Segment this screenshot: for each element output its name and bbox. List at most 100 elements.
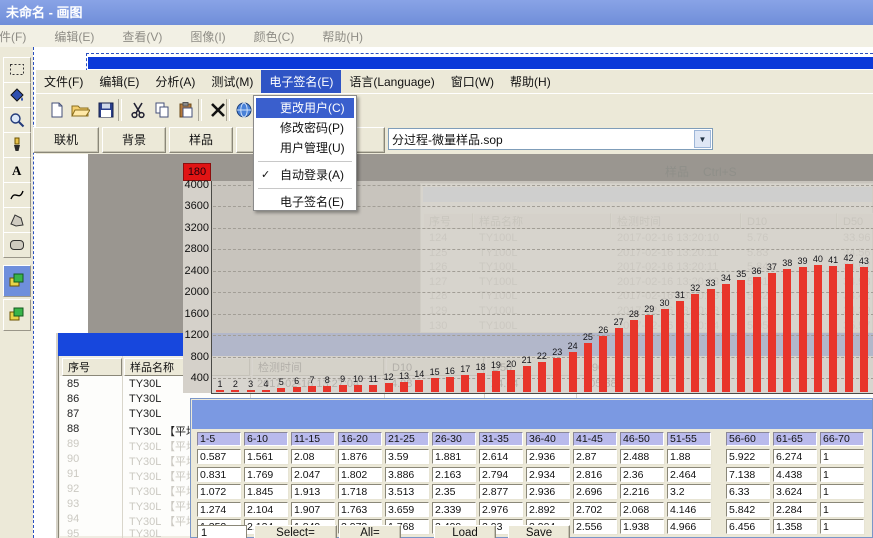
toolbar-save-button[interactable]: [94, 98, 118, 122]
grid-cell-r3-c8[interactable]: 2.936: [526, 484, 570, 499]
bar-4[interactable]: [262, 390, 270, 392]
tool-brush[interactable]: [3, 132, 31, 158]
grid-cell-r5-c14[interactable]: 1: [820, 519, 864, 534]
grid-cell-r3-c1[interactable]: 1.072: [197, 484, 241, 499]
grid-cell-r3-c6[interactable]: 2.35: [432, 484, 476, 499]
bar-1[interactable]: [216, 390, 224, 392]
menu-item-1[interactable]: 更改用户(C): [256, 98, 354, 118]
grid-cell-r2-c1[interactable]: 0.831: [197, 467, 241, 482]
grid-cell-r4-c10[interactable]: 2.068: [620, 502, 664, 517]
app-menu-7[interactable]: 窗口(W): [443, 70, 502, 93]
grid-cell-r4-c2[interactable]: 2.104: [244, 502, 288, 517]
bar-13[interactable]: [400, 382, 408, 392]
bar-37[interactable]: [768, 273, 776, 392]
bar-20[interactable]: [507, 370, 515, 392]
grid-cell-r1-c4[interactable]: 1.876: [338, 449, 382, 464]
menu-item-7[interactable]: 电子签名(E): [256, 192, 354, 212]
grid-cell-r2-c4[interactable]: 1.802: [338, 467, 382, 482]
grid-cell-r2-c9[interactable]: 2.816: [573, 467, 617, 482]
command-button-2[interactable]: 背景: [102, 127, 166, 153]
bar-31[interactable]: [676, 301, 684, 392]
grid-cell-r2-c10[interactable]: 2.36: [620, 467, 664, 482]
bar-15[interactable]: [431, 378, 439, 392]
sop-combobox[interactable]: 分过程-微量样品.sop ▼: [388, 128, 713, 150]
bar-41[interactable]: [829, 266, 837, 392]
app-menu-1[interactable]: 文件(F): [36, 70, 91, 93]
toolbar-paste-button[interactable]: [174, 98, 198, 122]
option-paste-opaque[interactable]: [3, 265, 31, 297]
bar-7[interactable]: [308, 386, 316, 392]
grid-cell-r5-c12[interactable]: 6.456: [726, 519, 770, 534]
grid-cell-r4-c6[interactable]: 2.339: [432, 502, 476, 517]
grid-cell-r4-c1[interactable]: 1.274: [197, 502, 241, 517]
bar-11[interactable]: [369, 385, 377, 392]
paint-menu-1[interactable]: 文件(F): [0, 28, 40, 45]
bar-2[interactable]: [231, 390, 239, 392]
grid-cell-r1-c9[interactable]: 2.87: [573, 449, 617, 464]
paint-menu-6[interactable]: 帮助(H): [308, 28, 377, 45]
grid-cell-r5-c9[interactable]: 2.556: [573, 519, 617, 534]
toolbar-new-button[interactable]: [44, 98, 68, 122]
bar-24[interactable]: [569, 352, 577, 392]
paint-menu-2[interactable]: 编辑(E): [40, 28, 108, 45]
grid-cell-r4-c9[interactable]: 2.702: [573, 502, 617, 517]
grid-cell-r3-c2[interactable]: 1.845: [244, 484, 288, 499]
grid-cell-r2-c12[interactable]: 7.138: [726, 467, 770, 482]
bar-28[interactable]: [630, 320, 638, 392]
bar-25[interactable]: [584, 343, 592, 392]
grid-cell-r4-c4[interactable]: 1.763: [338, 502, 382, 517]
tool-polygon[interactable]: [3, 207, 31, 233]
grid-button-save[interactable]: Save: [508, 525, 570, 538]
grid-cell-r2-c6[interactable]: 2.163: [432, 467, 476, 482]
grid-cell-r3-c9[interactable]: 2.696: [573, 484, 617, 499]
bar-40[interactable]: [814, 265, 822, 392]
bar-26[interactable]: [599, 336, 607, 392]
tool-text[interactable]: A: [3, 157, 31, 183]
grid-cell-r4-c11[interactable]: 4.146: [667, 502, 711, 517]
selection-border-left[interactable]: [33, 47, 34, 538]
app-menu-2[interactable]: 编辑(E): [91, 70, 147, 93]
bar-38[interactable]: [783, 269, 791, 392]
bar-34[interactable]: [722, 284, 730, 392]
grid-cell-r1-c7[interactable]: 2.614: [479, 449, 523, 464]
count-input[interactable]: 1: [197, 525, 247, 538]
grid-cell-r3-c7[interactable]: 2.877: [479, 484, 523, 499]
grid-cell-r4-c12[interactable]: 5.842: [726, 502, 770, 517]
toolbar-copy-button[interactable]: [150, 98, 174, 122]
bar-39[interactable]: [799, 267, 807, 392]
bar-35[interactable]: [737, 280, 745, 392]
grid-window-title-bar[interactable]: [192, 400, 872, 429]
app-menu-6[interactable]: 语言(Language): [341, 70, 442, 93]
grid-cell-r1-c8[interactable]: 2.936: [526, 449, 570, 464]
grid-cell-r4-c13[interactable]: 2.284: [773, 502, 817, 517]
grid-cell-r4-c14[interactable]: 1: [820, 502, 864, 517]
bar-23[interactable]: [553, 358, 561, 392]
paint-menu-4[interactable]: 图像(I): [176, 28, 239, 45]
bar-9[interactable]: [339, 385, 347, 392]
bar-17[interactable]: [461, 375, 469, 392]
option-paste-transparent[interactable]: [3, 299, 31, 331]
app-menu-5[interactable]: 电子签名(E): [261, 70, 341, 93]
grid-cell-r2-c11[interactable]: 2.464: [667, 467, 711, 482]
grid-cell-r2-c7[interactable]: 2.794: [479, 467, 523, 482]
bar-21[interactable]: [523, 366, 531, 392]
grid-cell-r1-c6[interactable]: 1.881: [432, 449, 476, 464]
command-button-1[interactable]: 联机: [33, 127, 99, 153]
grid-cell-r5-c11[interactable]: 4.966: [667, 519, 711, 534]
grid-cell-r1-c12[interactable]: 5.922: [726, 449, 770, 464]
tool-select[interactable]: [3, 57, 31, 83]
grid-cell-r5-c10[interactable]: 1.938: [620, 519, 664, 534]
grid-button-select[interactable]: Select=: [254, 525, 337, 538]
grid-cell-r3-c11[interactable]: 3.2: [667, 484, 711, 499]
bar-14[interactable]: [415, 380, 423, 392]
grid-cell-r3-c5[interactable]: 3.513: [385, 484, 429, 499]
tool-magnifier[interactable]: [3, 107, 31, 133]
paint-menu-3[interactable]: 查看(V): [108, 28, 176, 45]
grid-cell-r1-c2[interactable]: 1.561: [244, 449, 288, 464]
grid-cell-r2-c13[interactable]: 4.438: [773, 467, 817, 482]
toolbar-cut-button[interactable]: [126, 98, 150, 122]
grid-cell-r4-c5[interactable]: 3.659: [385, 502, 429, 517]
bar-27[interactable]: [615, 328, 623, 392]
grid-cell-r1-c10[interactable]: 2.488: [620, 449, 664, 464]
menu-item-3[interactable]: 用户管理(U): [256, 138, 354, 158]
